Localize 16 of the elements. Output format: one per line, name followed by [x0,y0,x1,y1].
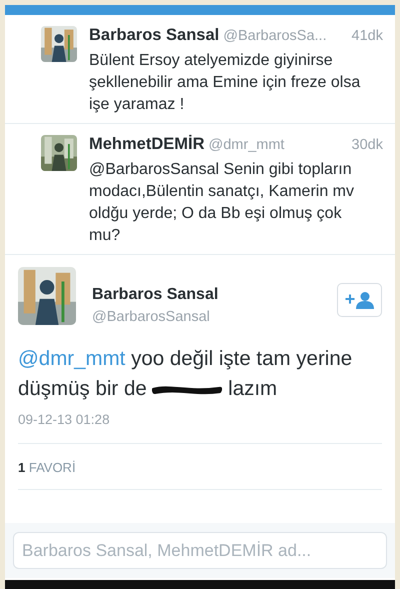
timestamp: 30dk [352,136,383,155]
timestamp: 41dk [352,27,383,46]
reply-field[interactable]: Barbaros Sansal, MehmetDEMİR ad... [13,532,387,569]
user-name: Barbaros Sansal [89,25,220,46]
reply-item[interactable]: Barbaros Sansal @BarbarosSa... 41dk Bülent Ersoy atelyemizde giyinirse şekllenebilir ama Emine için freze olsa işe yaramaz ! [5,15,395,124]
tweet-text: @BarbarosSansal Senin gibi topların modacı,Bülentin sanatçı, Kamerin mv oldğu yerde; O da Bb eşi olmuş çok mu? [89,160,356,246]
user-name: Barbaros Sansal [92,284,220,304]
favorites-count[interactable]: 1 FAVORİ [18,460,76,474]
user-handle: @BarbarosSa... [223,27,327,46]
tweet-text: @dmr_mmt yoo değil işte tam yerine düşmüş bir de lazım [18,346,354,402]
user-name: MehmetDEMİR [89,134,205,155]
user-handle: @BarbarosSansal [92,308,211,326]
timestamp: 09-12-13 01:28 [18,410,382,444]
reply-item[interactable]: MehmetDEMİR @dmr_mmt 30dk @BarbarosSansal Senin gibi topların modacı,Bülentin sanatçı, Kamerin mv oldğu yerde; O da Bb eşi olmuş çok mu? [5,124,395,254]
user-handle: @dmr_mmt [208,136,284,155]
tweet-text: Bülent Ersoy atelyemizde giyinirse şekllenebilir ama Emine için freze olsa işe yaramaz ! [89,50,362,115]
